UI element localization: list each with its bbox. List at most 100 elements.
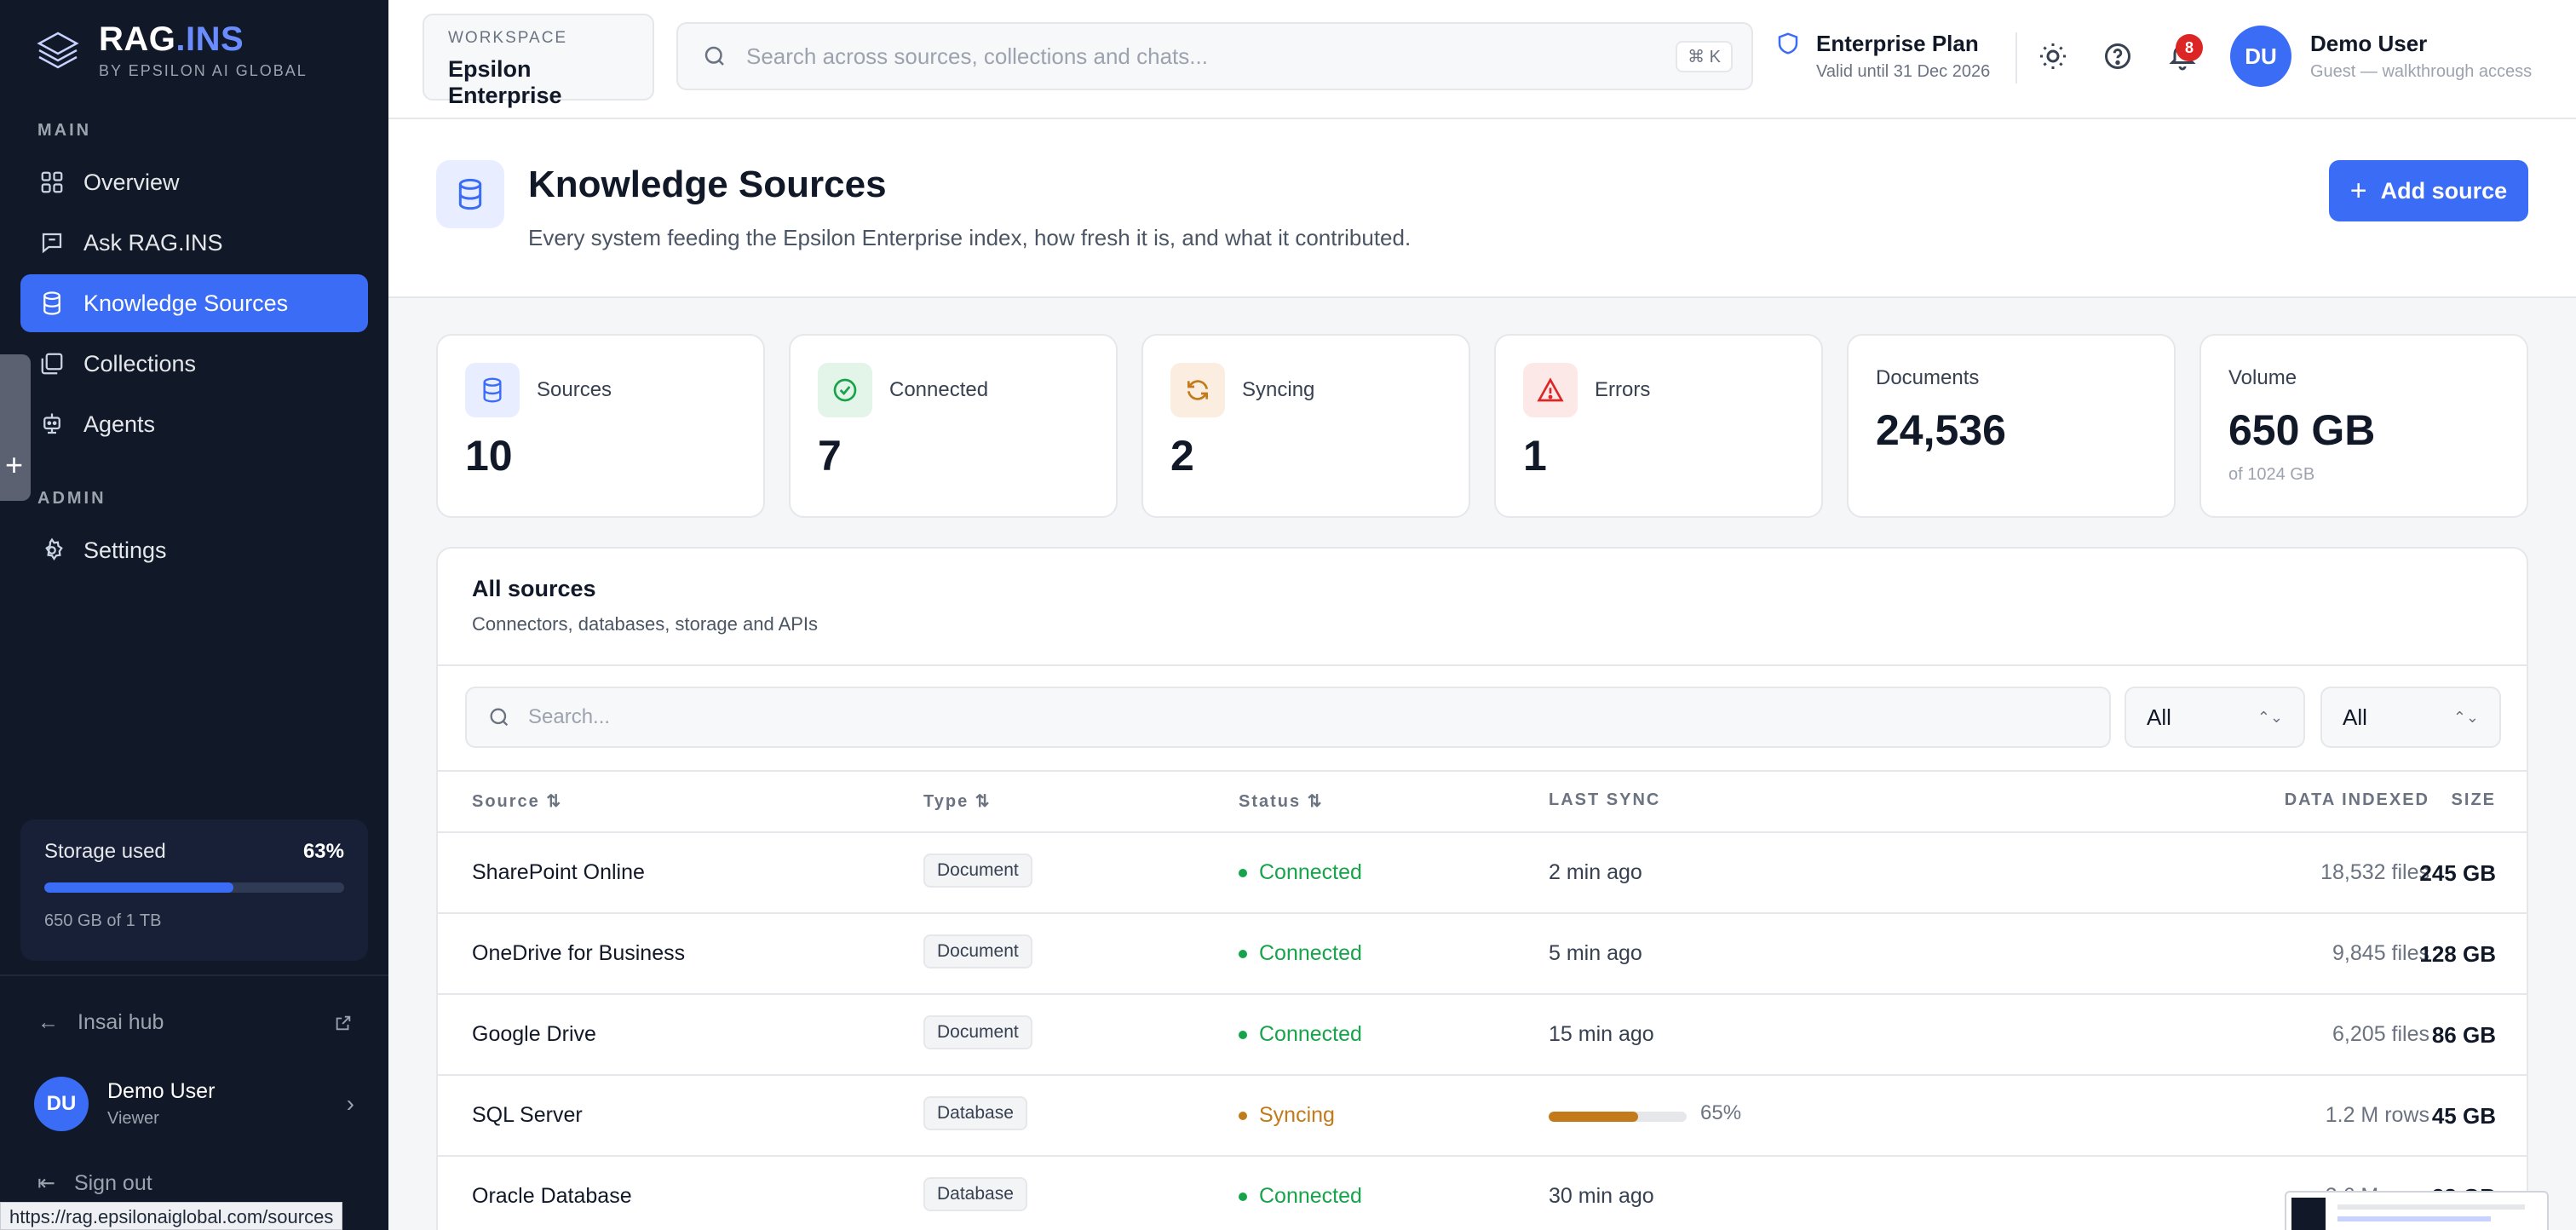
sign-out-label: Sign out [73,1170,152,1195]
column-header-source[interactable]: Source ⇅ [472,790,562,812]
grid-icon [41,171,63,193]
brand[interactable]: RAG.INS BY EPSILON AI GLOBAL [34,20,308,80]
page-thumbnail-preview[interactable] [2285,1191,2549,1230]
stat-label: Connected [889,378,989,401]
plan-title: Enterprise Plan [1816,31,1979,56]
type-filter-value: All [2147,704,2171,730]
table-row[interactable]: OneDrive for Business Document Connected… [438,914,2527,995]
check-circle-icon [818,363,872,417]
column-header-status[interactable]: Status ⇅ [1239,790,1323,812]
sidebar-item-label: Overview [83,169,180,195]
sidebar-item-label: Collections [83,350,197,376]
table-row[interactable]: SQL Server Database Syncing 65% 1.2 M ro… [438,1076,2527,1157]
stat-label: Documents [1876,366,1980,389]
header-user-menu[interactable]: DU Demo User Guest — walkthrough access [2230,26,2532,87]
source-name: OneDrive for Business [472,941,686,965]
hub-link-label: Insai hub [78,1010,164,1034]
source-name: Google Drive [472,1022,596,1046]
database-icon [465,363,520,417]
chevron-updown-icon: ⌃⌄ [2452,708,2479,726]
sidebar-user[interactable]: DU Demo User Viewer › [34,1077,354,1131]
hub-link[interactable]: ← Insai hub [37,1010,353,1035]
sync-progress-bar [1549,1112,1687,1122]
database-icon [436,160,504,228]
stat-card-errors: Errors 1 [1494,334,1823,518]
sidebar-item-knowledge-sources[interactable]: Knowledge Sources [20,274,368,332]
sidebar-item-agents[interactable]: Agents [20,395,368,453]
sun-icon[interactable] [2038,41,2068,72]
sidebar-item-label: Settings [83,537,167,563]
type-badge: Database [923,1177,1027,1211]
sidebar-divider [0,974,388,976]
sidebar: RAG.INS BY EPSILON AI GLOBAL MAIN Overvi… [0,0,388,1230]
stat-value: 7 [818,432,842,480]
gear-icon [45,537,63,561]
notification-badge: 8 [2176,34,2203,61]
last-sync: 30 min ago [1549,1184,1654,1208]
warning-icon [1523,363,1578,417]
table-row[interactable]: SharePoint Online Document Connected 2 m… [438,833,2527,914]
table-title: All sources [472,576,596,601]
column-header-last-sync: LAST SYNC [1549,790,1661,809]
plan-info[interactable]: Enterprise Plan Valid until 31 Dec 2026 [1775,31,1990,82]
add-source-label: Add source [2380,177,2508,204]
source-name: Oracle Database [472,1184,632,1208]
plus-icon: + [2349,174,2367,207]
sources-table-card: All sources Connectors, databases, stora… [436,547,2528,1230]
header-divider [2015,32,2017,83]
sort-icon: ⇅ [546,792,563,811]
sidebar-item-collections[interactable]: Collections [20,335,368,393]
sort-icon: ⇅ [975,792,992,811]
header-user-access: Guest — walkthrough access [2310,62,2533,81]
source-size: 45 GB [2431,1103,2496,1129]
stat-card-connected: Connected 7 [789,334,1118,518]
sidebar-item-label: Knowledge Sources [83,290,289,316]
sign-out-icon: ⇤ [37,1171,55,1195]
type-filter-select[interactable]: All ⌃⌄ [2125,687,2305,748]
collapse-handle[interactable]: + [0,354,31,501]
page-subtitle: Every system feeding the Epsilon Enterpr… [528,225,1412,250]
chat-icon [42,233,62,254]
sign-out-button[interactable]: ⇤ Sign out [37,1170,152,1196]
workspace-label: WORKSPACE [448,29,568,47]
stat-sub: of 1024 GB [2228,465,2315,484]
stat-label: Sources [537,378,612,401]
avatar: DU [2230,26,2291,87]
stat-card-sources: Sources 10 [436,334,765,518]
section-label-main: MAIN [37,121,92,140]
storage-detail: 650 GB of 1 TB [44,911,162,930]
status-filter-select[interactable]: All ⌃⌄ [2320,687,2501,748]
column-header-type[interactable]: Type ⇅ [923,790,992,812]
search-icon [490,708,509,727]
stat-value: 24,536 [1876,406,2006,454]
sidebar-item-label: Ask RAG.INS [83,229,223,256]
source-name: SharePoint Online [472,860,645,884]
storage-card: Storage used 63% 650 GB of 1 TB [20,819,368,961]
status-connected: Connected [1239,860,1362,885]
table-row[interactable]: Oracle Database Database Connected 30 mi… [438,1157,2527,1230]
sort-icon: ⇅ [1307,792,1324,811]
stat-value: 1 [1523,432,1547,480]
chevron-right-icon: › [346,1090,354,1117]
last-sync: 15 min ago [1549,1022,1654,1046]
status-connected: Connected [1239,941,1362,966]
table-row[interactable]: Google Drive Document Connected 15 min a… [438,995,2527,1076]
table-search-input[interactable]: Search... [465,687,2111,748]
sidebar-item-overview[interactable]: Overview [20,153,368,211]
sync-progress-text: 65% [1700,1101,1742,1124]
help-icon[interactable] [2102,41,2133,72]
status-filter-value: All [2343,704,2367,730]
status-syncing: Syncing [1239,1103,1335,1128]
sidebar-item-settings[interactable]: Settings [20,521,368,579]
stat-value: 650 GB [2228,406,2376,454]
table-search-placeholder: Search... [528,705,611,728]
page-header: Knowledge Sources Every system feeding t… [388,119,2576,298]
column-header-size: SIZE [2451,790,2496,809]
sidebar-item-ask[interactable]: Ask RAG.INS [20,214,368,272]
section-label-admin: ADMIN [37,489,106,508]
add-source-button[interactable]: + Add source [2329,160,2528,221]
card-divider [438,664,2527,666]
workspace-switcher[interactable]: WORKSPACE Epsilon Enterprise [423,14,654,108]
database-icon [43,291,60,315]
global-search-input[interactable]: Search across sources, collections and c… [676,22,1753,90]
